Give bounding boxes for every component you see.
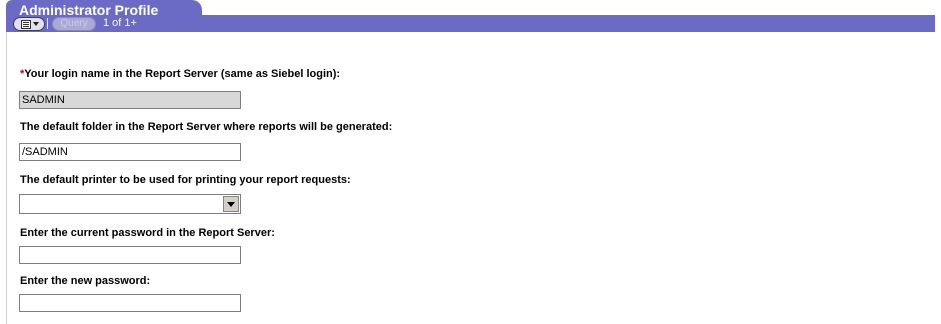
applet-title-tab: Administrator Profile — [6, 0, 202, 18]
printer-label: The default printer to be used for print… — [20, 174, 351, 186]
dropdown-arrow-icon[interactable] — [223, 196, 239, 212]
record-counter: 1 of 1+ — [103, 17, 137, 29]
new-password-label: Enter the new password: — [20, 275, 151, 287]
current-password-field[interactable] — [19, 246, 241, 264]
new-password-field[interactable] — [19, 294, 241, 312]
applet-menu-icon — [21, 20, 31, 29]
chevron-down-icon — [33, 22, 39, 26]
login-label-text: Your login name in the Report Server (sa… — [24, 68, 341, 80]
applet-toolbar: Query 1 of 1+ — [6, 15, 935, 32]
login-name-field[interactable] — [19, 91, 241, 109]
folder-label: The default folder in the Report Server … — [20, 121, 393, 133]
default-printer-select[interactable] — [19, 194, 241, 214]
toolbar-divider — [47, 18, 48, 29]
applet-menu-button[interactable] — [13, 17, 45, 31]
current-password-label: Enter the current password in the Report… — [20, 227, 275, 239]
login-label: *Your login name in the Report Server (s… — [20, 68, 340, 80]
default-folder-field[interactable] — [19, 143, 241, 161]
query-button[interactable]: Query — [52, 17, 96, 31]
